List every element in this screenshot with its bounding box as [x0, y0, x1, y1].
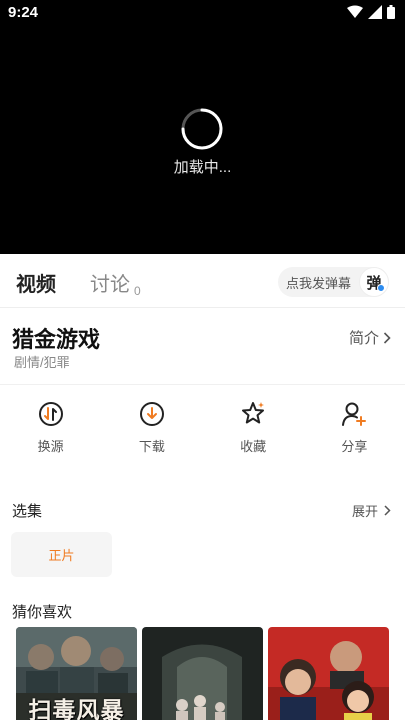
- signal-icon: [368, 5, 382, 19]
- favorite-button[interactable]: 收藏: [203, 400, 304, 464]
- status-bar: 9:24: [0, 0, 405, 26]
- discuss-count: 0: [134, 284, 141, 298]
- danmu-status-dot: [377, 284, 385, 292]
- video-player[interactable]: 9:24 加载中...: [0, 0, 405, 254]
- episodes-title: 选集: [12, 503, 43, 520]
- poster-caption: 扫毒风暴: [28, 698, 125, 720]
- intro-button[interactable]: 简介: [349, 327, 391, 348]
- tab-video[interactable]: 视频: [16, 268, 56, 297]
- episodes-expand-button[interactable]: 展开: [352, 501, 391, 520]
- chevron-right-icon: [384, 505, 391, 516]
- episodes-expand-label: 展开: [351, 504, 378, 519]
- show-genre: 剧情/犯罪: [14, 355, 70, 370]
- download-icon: [139, 402, 164, 426]
- action-label: 下载: [138, 439, 165, 454]
- poster-image: [268, 627, 389, 720]
- divider: [0, 384, 405, 385]
- loading-spinner-icon: [181, 108, 223, 150]
- download-button[interactable]: 下载: [101, 400, 202, 464]
- share-button[interactable]: 分享: [304, 400, 405, 464]
- intro-label: 简介: [348, 330, 379, 347]
- status-time: 9:24: [8, 4, 39, 21]
- poster-card[interactable]: [268, 627, 389, 720]
- chevron-right-icon: [383, 331, 391, 344]
- action-bar: 换源 下载 收藏 分享: [0, 400, 405, 464]
- episode-chip[interactable]: 正片: [11, 532, 112, 577]
- share-user-icon: [342, 402, 367, 426]
- battery-icon: [387, 5, 395, 19]
- switch-source-icon: [38, 402, 63, 426]
- status-icons: [347, 5, 395, 19]
- tab-discuss-label: 讨论: [90, 274, 130, 296]
- tab-discuss[interactable]: 讨论 0: [90, 268, 141, 298]
- poster-image: [142, 627, 263, 720]
- detail-tabs: 视频 讨论 0 点我发弹幕 弹: [0, 254, 405, 308]
- poster-card[interactable]: [142, 627, 263, 720]
- star-icon: [242, 402, 265, 424]
- recommend-list: 扫毒风暴: [16, 627, 389, 720]
- action-label: 分享: [341, 439, 368, 454]
- danmu-input[interactable]: 点我发弹幕 弹: [278, 267, 389, 297]
- action-label: 收藏: [240, 439, 267, 454]
- danmu-toggle-button[interactable]: 弹: [359, 267, 389, 297]
- switch-source-button[interactable]: 换源: [0, 400, 101, 464]
- loading-text: 加载中...: [173, 159, 232, 176]
- wifi-icon: [347, 5, 363, 18]
- action-label: 换源: [37, 439, 64, 454]
- poster-card[interactable]: 扫毒风暴: [16, 627, 137, 720]
- danmu-placeholder: 点我发弹幕: [286, 275, 352, 291]
- show-title: 猎金游戏: [12, 327, 101, 352]
- recommend-title: 猜你喜欢: [12, 604, 73, 621]
